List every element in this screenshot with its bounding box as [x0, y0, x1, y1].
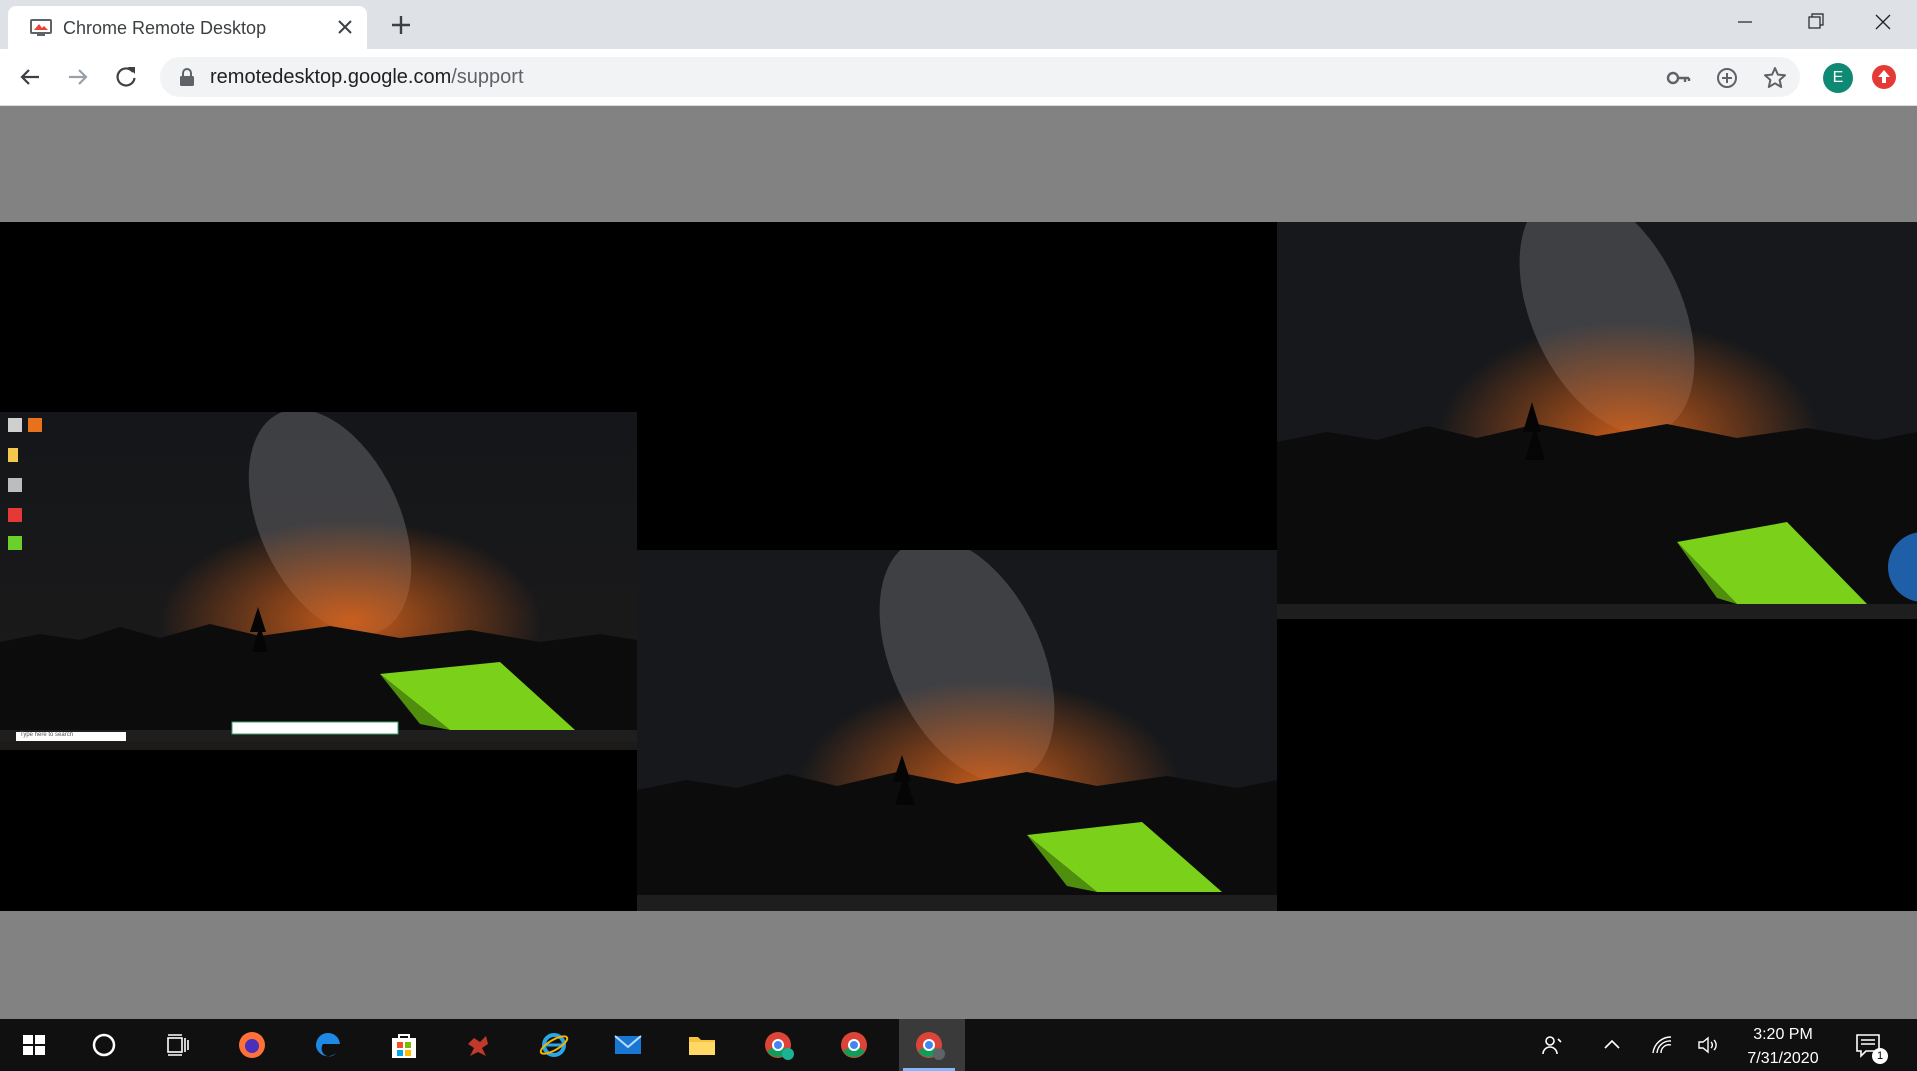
edge-icon: [315, 1032, 340, 1057]
remote-desktop-favicon-icon: [30, 19, 52, 36]
store-taskbar-item[interactable]: [374, 1019, 434, 1071]
extension-upload-icon[interactable]: [1870, 63, 1898, 91]
chrome-icon: [765, 1032, 794, 1060]
app-character-icon: [468, 1036, 488, 1056]
windows-taskbar: 3:20 PM 7/31/2020 1: [0, 1019, 1917, 1071]
windows-logo-icon: [23, 1035, 45, 1055]
restore-window-icon[interactable]: [1780, 0, 1850, 44]
cortana-button[interactable]: [74, 1019, 134, 1071]
store-bag-icon: [392, 1034, 416, 1058]
folder-icon: [689, 1037, 715, 1055]
clock-time: 3:20 PM: [1753, 1026, 1813, 1043]
profile-avatar[interactable]: E: [1823, 63, 1853, 93]
chevron-up-icon[interactable]: [1600, 1033, 1624, 1057]
clock-date: 7/31/2020: [1747, 1050, 1819, 1067]
firefox-icon: [239, 1032, 265, 1058]
add-to-page-icon[interactable]: [1714, 65, 1740, 91]
minimize-window-icon[interactable]: [1710, 0, 1780, 44]
night-sky-wallpaper: [637, 550, 1277, 911]
task-view-icon: [167, 1034, 189, 1056]
task-view-button[interactable]: [148, 1019, 208, 1071]
night-sky-wallpaper: [0, 412, 637, 750]
lock-icon[interactable]: [178, 67, 196, 87]
night-sky-wallpaper: [1277, 222, 1917, 619]
chrome-taskbar-item[interactable]: [824, 1019, 884, 1071]
mail-envelope-icon: [614, 1035, 642, 1054]
back-arrow-icon[interactable]: [15, 62, 45, 92]
close-tab-icon[interactable]: [333, 15, 357, 39]
tab-strip: Chrome Remote Desktop: [0, 0, 1917, 49]
mail-taskbar-item[interactable]: [598, 1019, 658, 1071]
cortana-circle-icon: [92, 1033, 116, 1057]
new-tab-plus-icon[interactable]: [387, 11, 415, 39]
url-path: /support: [451, 66, 524, 88]
url-host: remotedesktop.google.com: [210, 66, 452, 88]
reload-icon[interactable]: [111, 62, 141, 92]
forward-arrow-icon[interactable]: [63, 62, 93, 92]
chrome-icon: [841, 1032, 867, 1058]
tab-chrome-remote-desktop[interactable]: Chrome Remote Desktop: [8, 6, 367, 49]
edge-taskbar-item[interactable]: [298, 1019, 358, 1071]
people-icon[interactable]: [1540, 1033, 1564, 1057]
remote-search-placeholder: Type here to search: [20, 732, 74, 738]
chrome-k-taskbar-item[interactable]: [748, 1019, 808, 1071]
browser-toolbar: remotedesktop.google.com/support E: [0, 49, 1917, 106]
volume-icon[interactable]: [1696, 1033, 1720, 1057]
url-text: remotedesktop.google.com/support: [210, 66, 524, 89]
start-button[interactable]: [4, 1019, 64, 1071]
remote-desktop-viewport: Type here to search: [0, 106, 1917, 1019]
close-window-icon[interactable]: [1848, 0, 1917, 44]
chrome-icon: [916, 1032, 945, 1060]
file-explorer-taskbar-item[interactable]: [672, 1019, 732, 1071]
key-icon[interactable]: [1665, 65, 1691, 91]
tab-title: Chrome Remote Desktop: [63, 18, 267, 38]
chrome-remote-taskbar-item[interactable]: [899, 1019, 965, 1071]
internet-explorer-icon: [539, 1033, 569, 1057]
network-icon[interactable]: [1650, 1033, 1674, 1057]
middle-monitor[interactable]: [637, 550, 1277, 911]
taskbar-clock[interactable]: 3:20 PM 7/31/2020: [1738, 1023, 1828, 1071]
remote-screen-stage[interactable]: Type here to search: [0, 222, 1917, 911]
app-taskbar-item[interactable]: [448, 1019, 508, 1071]
notification-count-badge: 1: [1872, 1048, 1888, 1064]
firefox-taskbar-item[interactable]: [222, 1019, 282, 1071]
address-bar[interactable]: remotedesktop.google.com/support: [160, 57, 1800, 97]
left-monitor[interactable]: Type here to search: [0, 412, 637, 750]
right-monitor[interactable]: [1277, 222, 1917, 619]
bookmark-star-icon[interactable]: [1762, 65, 1788, 91]
internet-explorer-taskbar-item[interactable]: [524, 1019, 584, 1071]
